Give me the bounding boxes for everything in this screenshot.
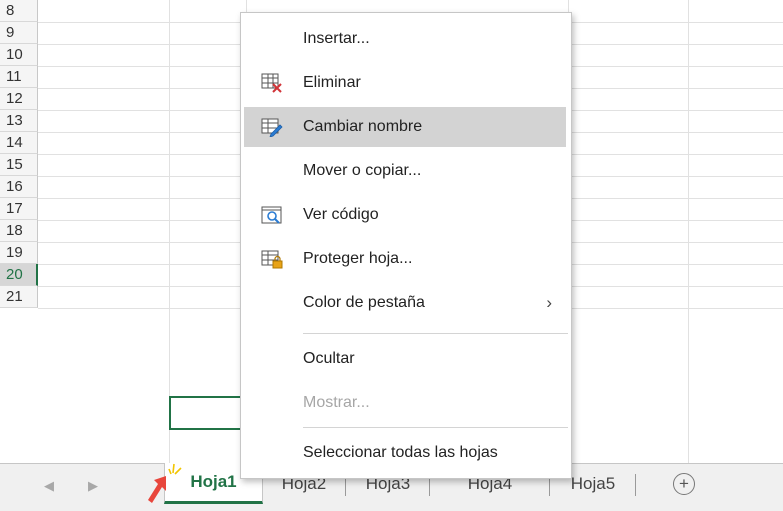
row-header[interactable]: 20: [0, 264, 38, 286]
menu-item-label: Proteger hoja...: [303, 250, 413, 267]
row-header[interactable]: 15: [0, 154, 38, 176]
menu-separator: [303, 333, 568, 334]
menu-item-label: Cambiar nombre: [303, 118, 423, 135]
protect-sheet-icon: [261, 249, 283, 269]
menu-item-label: Ocultar: [303, 350, 355, 367]
menu-item-hide[interactable]: Ocultar: [244, 339, 566, 379]
menu-item-delete[interactable]: Eliminar: [244, 63, 566, 103]
menu-item-label: Color de pestaña: [303, 294, 425, 311]
delete-sheet-icon: [261, 73, 283, 93]
row-header[interactable]: 13: [0, 110, 38, 132]
menu-item-unhide: Mostrar...: [244, 383, 566, 423]
chevron-right-icon: ›: [546, 293, 552, 312]
menu-item-label: Ver código: [303, 206, 379, 223]
menu-item-protect-sheet[interactable]: Proteger hoja...: [244, 239, 566, 279]
menu-item-label: Eliminar: [303, 74, 361, 91]
row-header[interactable]: 9: [0, 22, 38, 44]
row-header[interactable]: 17: [0, 198, 38, 220]
row-header[interactable]: 11: [0, 66, 38, 88]
menu-item-move-copy[interactable]: Mover o copiar...: [244, 151, 566, 191]
row-header[interactable]: 19: [0, 242, 38, 264]
row-header[interactable]: 14: [0, 132, 38, 154]
add-sheet-icon[interactable]: +: [673, 473, 695, 495]
menu-item-view-code[interactable]: Ver código: [244, 195, 566, 235]
rename-sheet-icon: [261, 117, 283, 138]
row-header[interactable]: 16: [0, 176, 38, 198]
row-header[interactable]: 12: [0, 88, 38, 110]
scroll-tabs-right-icon[interactable]: ▶: [88, 478, 98, 494]
menu-item-label: Seleccionar todas las hojas: [303, 444, 498, 461]
row-header[interactable]: 21: [0, 286, 38, 308]
arrow-pointer-icon: [146, 474, 172, 509]
row-header[interactable]: 8: [0, 0, 38, 22]
sheet-context-menu: Insertar... Eliminar Cambiar nombre Move…: [240, 12, 572, 479]
menu-item-label: Insertar...: [303, 30, 370, 47]
menu-item-label: Mover o copiar...: [303, 162, 422, 179]
menu-item-label: Mostrar...: [303, 394, 370, 411]
row-header[interactable]: 10: [0, 44, 38, 66]
menu-item-rename[interactable]: Cambiar nombre: [244, 107, 566, 147]
row-header[interactable]: 18: [0, 220, 38, 242]
menu-item-select-all-sheets[interactable]: Seleccionar todas las hojas: [244, 433, 566, 473]
menu-item-tab-color[interactable]: Color de pestaña ›: [244, 283, 566, 323]
menu-separator: [303, 427, 568, 428]
scroll-tabs-left-icon[interactable]: ◀: [44, 478, 54, 494]
view-code-icon: [261, 205, 283, 225]
menu-item-insert[interactable]: Insertar...: [244, 19, 566, 59]
selected-cell[interactable]: [169, 396, 245, 430]
